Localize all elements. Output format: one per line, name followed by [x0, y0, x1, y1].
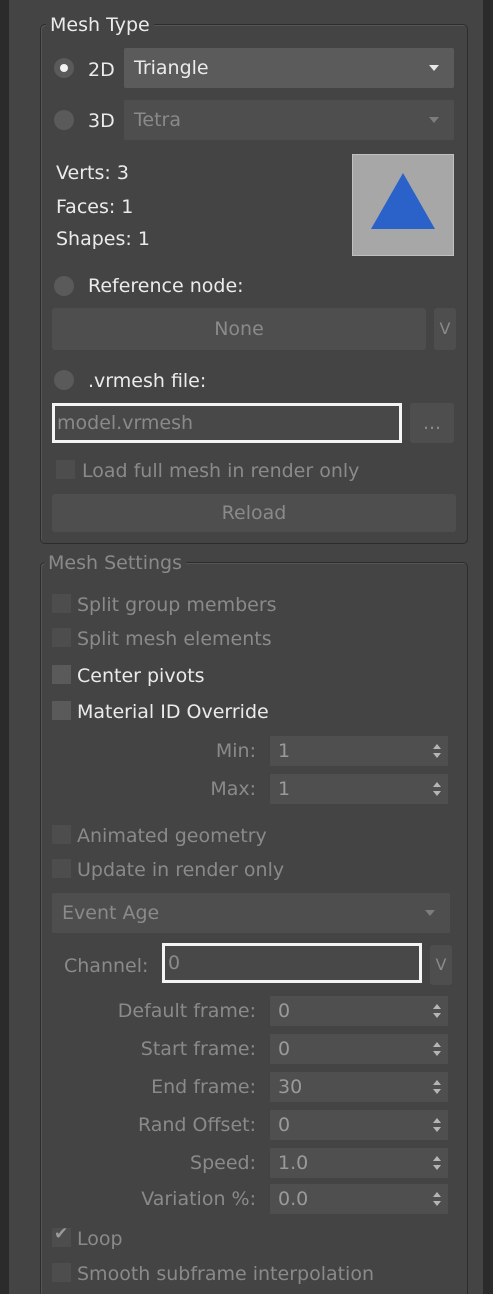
- split-mesh-elements-checkbox[interactable]: [52, 628, 71, 647]
- mesh-preview: [352, 154, 454, 256]
- spinner-arrows-icon[interactable]: [433, 1078, 441, 1096]
- speed-spinner[interactable]: 1.0: [270, 1148, 448, 1178]
- start-frame-label: Start frame:: [140, 1038, 256, 1060]
- event-dropdown[interactable]: Event Age: [52, 893, 450, 933]
- vrmesh-file-input[interactable]: model.vrmesh: [52, 403, 402, 443]
- rand-offset-spinner[interactable]: 0: [270, 1110, 448, 1140]
- chevron-down-icon: [429, 117, 439, 123]
- spinner-arrows-icon[interactable]: [433, 1040, 441, 1058]
- mesh-settings-title: Mesh Settings: [44, 552, 186, 574]
- material-id-override-label: Material ID Override: [77, 701, 269, 723]
- vrmesh-file-label: .vrmesh file:: [88, 370, 207, 392]
- center-pivots-checkbox[interactable]: [52, 665, 71, 684]
- checkmark-icon: ✔: [54, 1224, 69, 1244]
- default-frame-spinner[interactable]: 0: [270, 996, 448, 1026]
- radio-3d[interactable]: [54, 110, 74, 130]
- chevron-down-icon: [425, 910, 435, 916]
- chevron-down-icon: [429, 65, 439, 71]
- end-frame-label: End frame:: [151, 1076, 256, 1098]
- max-value: 1: [278, 778, 291, 800]
- vrmesh-file-placeholder: model.vrmesh: [57, 412, 194, 434]
- shape-3d-dropdown[interactable]: Tetra: [124, 100, 454, 140]
- min-spinner[interactable]: 1: [270, 736, 448, 766]
- spinner-arrows-icon[interactable]: [433, 742, 441, 760]
- shape-3d-value: Tetra: [134, 109, 181, 131]
- loop-checkbox[interactable]: ✔: [52, 1224, 71, 1247]
- radio-2d[interactable]: [54, 58, 74, 78]
- center-pivots-label: Center pivots: [77, 665, 205, 687]
- animated-geometry-label: Animated geometry: [77, 825, 267, 847]
- channel-pick-button[interactable]: V: [430, 945, 452, 985]
- max-spinner[interactable]: 1: [270, 774, 448, 804]
- label-3d: 3D: [88, 110, 115, 132]
- split-mesh-elements-label: Split mesh elements: [77, 628, 272, 650]
- rand-offset-value: 0: [278, 1114, 291, 1136]
- animated-geometry-checkbox[interactable]: [52, 825, 71, 844]
- variation-spinner[interactable]: 0.0: [270, 1184, 448, 1214]
- channel-input[interactable]: 0: [162, 943, 422, 983]
- speed-value: 1.0: [278, 1152, 309, 1174]
- label-2d: 2D: [88, 59, 115, 81]
- material-id-override-checkbox[interactable]: [52, 701, 71, 720]
- spinner-arrows-icon[interactable]: [433, 1154, 441, 1172]
- spinner-arrows-icon[interactable]: [433, 1116, 441, 1134]
- faces-count: Faces: 1: [56, 196, 134, 218]
- split-group-members-label: Split group members: [77, 594, 277, 616]
- channel-label: Channel:: [64, 955, 149, 977]
- spinner-arrows-icon[interactable]: [433, 780, 441, 798]
- start-frame-value: 0: [278, 1038, 291, 1060]
- reload-button[interactable]: Reload: [52, 494, 456, 532]
- radio-reference-node[interactable]: [54, 276, 74, 296]
- variation-value: 0.0: [278, 1188, 309, 1210]
- spinner-arrows-icon[interactable]: [433, 1002, 441, 1020]
- load-full-mesh-checkbox[interactable]: [56, 460, 75, 479]
- reference-node-label: Reference node:: [88, 275, 244, 297]
- mesh-type-title: Mesh Type: [46, 14, 154, 36]
- reference-pick-button[interactable]: V: [434, 308, 456, 350]
- channel-value: 0: [168, 952, 181, 974]
- browse-button[interactable]: ...: [410, 403, 454, 443]
- max-label: Max:: [210, 778, 256, 800]
- radio-vrmesh-file[interactable]: [54, 370, 74, 390]
- min-label: Min:: [215, 740, 256, 762]
- shapes-count: Shapes: 1: [56, 228, 150, 250]
- split-group-members-checkbox[interactable]: [52, 594, 71, 613]
- end-frame-value: 30: [278, 1076, 303, 1098]
- default-frame-label: Default frame:: [117, 1000, 256, 1022]
- triangle-icon: [371, 173, 435, 229]
- variation-label: Variation %:: [141, 1188, 256, 1210]
- left-edge: [0, 0, 9, 1294]
- verts-count: Verts: 3: [56, 162, 129, 184]
- rand-offset-label: Rand Offset:: [137, 1114, 256, 1136]
- reference-node-button[interactable]: None: [52, 308, 426, 350]
- smooth-subframe-label: Smooth subframe interpolation: [77, 1263, 375, 1285]
- update-in-render-only-checkbox[interactable]: [52, 859, 71, 878]
- event-dropdown-value: Event Age: [62, 902, 160, 924]
- smooth-subframe-checkbox[interactable]: [52, 1263, 71, 1282]
- update-in-render-only-label: Update in render only: [77, 859, 285, 881]
- speed-label: Speed:: [190, 1152, 256, 1174]
- start-frame-spinner[interactable]: 0: [270, 1034, 448, 1064]
- min-value: 1: [278, 740, 291, 762]
- load-full-mesh-label: Load full mesh in render only: [82, 460, 360, 482]
- end-frame-spinner[interactable]: 30: [270, 1072, 448, 1102]
- loop-label: Loop: [77, 1228, 123, 1250]
- shape-2d-value: Triangle: [134, 57, 209, 79]
- shape-2d-dropdown[interactable]: Triangle: [124, 48, 454, 88]
- default-frame-value: 0: [278, 1000, 291, 1022]
- spinner-arrows-icon[interactable]: [433, 1190, 441, 1208]
- right-edge: [483, 0, 493, 1294]
